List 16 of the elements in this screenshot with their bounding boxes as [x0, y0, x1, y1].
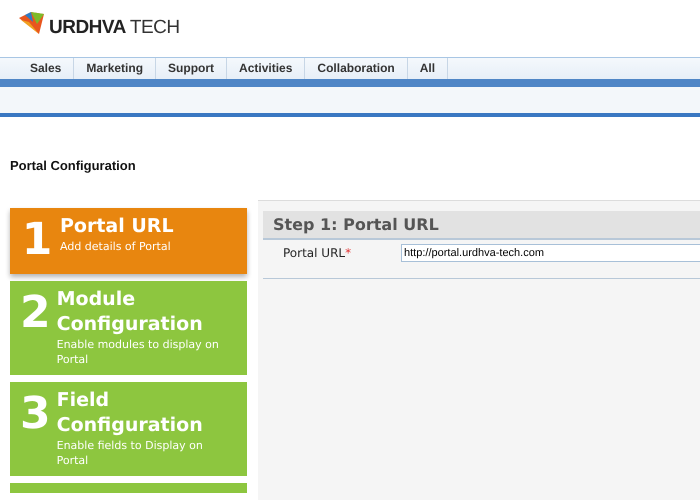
page-title: Portal Configuration	[10, 158, 137, 173]
logo-brand: URDHVA	[49, 16, 126, 38]
step-number: 3	[20, 388, 51, 441]
url-input[interactable]: http://portal.urdhva-tech.com	[401, 244, 700, 262]
step-number: 1	[20, 214, 54, 266]
panel-heading: Step 1: Portal URL	[263, 211, 700, 240]
step-card[interactable]	[10, 483, 247, 493]
field-label: Portal URL*	[283, 246, 352, 260]
step-title: Module Configuration	[56, 287, 204, 337]
step-description: Enable modules to display on Portal	[56, 337, 220, 367]
step-title: Field Configuration	[56, 388, 204, 438]
step-title: Portal URL	[60, 214, 175, 239]
step-description: Add details of Portal	[60, 239, 172, 254]
logo-suffix: TECH	[130, 16, 180, 38]
step-number: 2	[20, 287, 51, 340]
step-description: Enable fields to Display on Portal	[56, 438, 204, 468]
